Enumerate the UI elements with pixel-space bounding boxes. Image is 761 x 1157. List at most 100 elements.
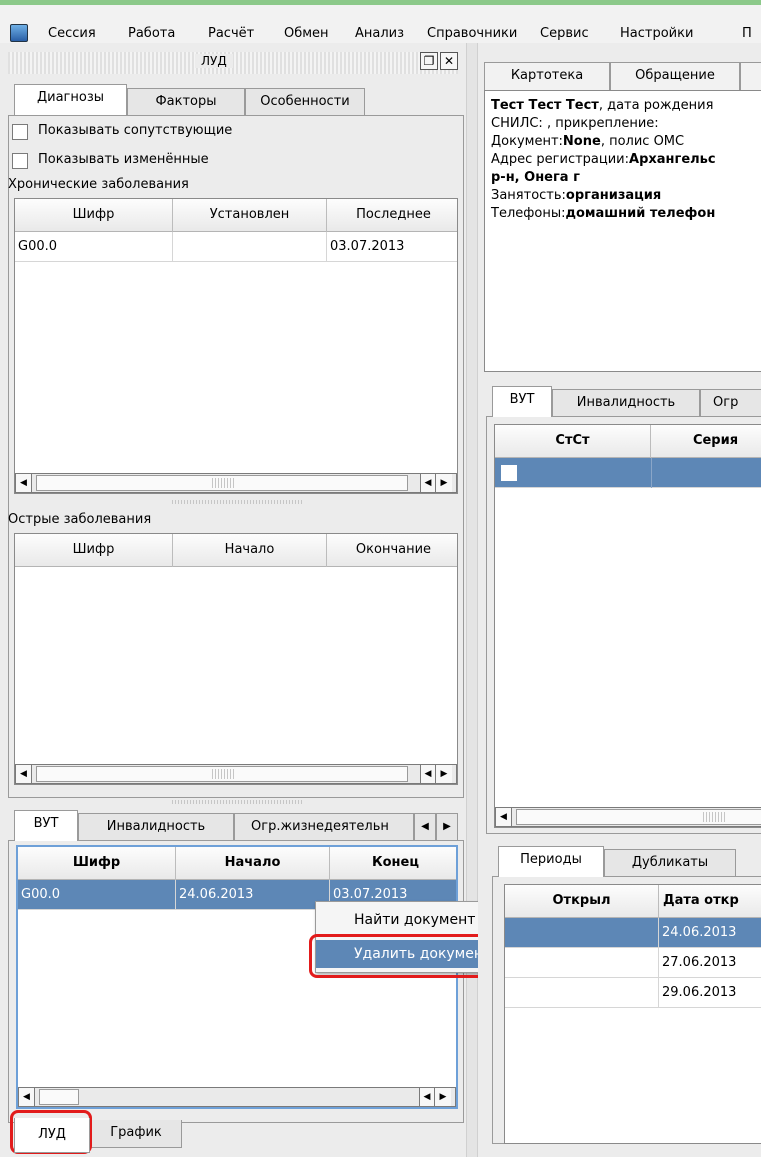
col-open-date[interactable]: Дата откр [659,885,761,918]
table-header: Открыл Дата откр [505,885,761,918]
col-series[interactable]: Серия [651,425,761,458]
addr-label: Адрес регистрации: [491,152,630,167]
table-row[interactable] [495,458,761,488]
col-established[interactable]: Установлен [173,199,327,232]
tab-diagnoses[interactable]: Диагнозы [14,84,127,115]
col-end[interactable]: Конец [330,847,456,880]
table-row[interactable]: 24.06.2013 [505,918,761,948]
scroll-left-icon[interactable]: ◀ [419,1088,435,1106]
tab-duplicates[interactable]: Дубликаты [604,849,736,877]
col-last[interactable]: Последнее [327,199,457,232]
table-row[interactable]: 27.06.2013 [505,948,761,978]
tab-limitation-right[interactable]: Огр [700,389,761,417]
chronic-title: Хронические заболевания [8,177,189,192]
chronic-scrollbar[interactable]: ◀ ◀ ▶ [15,473,457,493]
close-icon[interactable]: ✕ [440,52,458,70]
col-stst[interactable]: СтСт [495,425,651,458]
col-code[interactable]: Шифр [15,534,173,567]
tab-periods[interactable]: Периоды [498,846,604,877]
cell-start: 24.06.2013 [176,880,330,910]
scroll-left-icon[interactable]: ◀ [16,474,32,492]
acute-table[interactable]: Шифр Начало Окончание ◀ ◀ ▶ [14,533,458,785]
col-start[interactable]: Начало [176,847,330,880]
scroll-thumb[interactable] [516,809,761,825]
cell-established [173,232,327,262]
menu-exchange[interactable]: Обмен [284,26,329,41]
scroll-left-icon[interactable]: ◀ [496,808,512,826]
tab-vut[interactable]: ВУТ [14,810,78,841]
dock-title: ЛУД [195,54,233,68]
vut-right-scrollbar[interactable]: ◀ [495,807,761,827]
col-opened-by[interactable]: Открыл [505,885,659,918]
tab-life-limitation[interactable]: Огр.жизнедеятельн [234,813,414,841]
menu-work[interactable]: Работа [128,26,175,41]
vut-right-table[interactable]: СтСт Серия ◀ [494,424,761,828]
tab-features[interactable]: Особенности [245,88,365,116]
tab-disability[interactable]: Инвалидность [78,813,234,841]
scroll-left-icon[interactable]: ◀ [16,765,32,783]
menu-analysis[interactable]: Анализ [355,26,404,41]
dock-title-bar[interactable]: ЛУД [8,52,458,74]
cell-opened-by [505,918,659,948]
scroll-thumb[interactable] [39,1089,79,1105]
scroll-left-icon[interactable]: ◀ [420,474,436,492]
float-icon[interactable]: ❐ [420,52,438,70]
splitter-grip-icon[interactable] [172,500,302,504]
col-code[interactable]: Шифр [15,199,173,232]
cell-open-date: 29.06.2013 [659,978,761,1008]
menu-session[interactable]: Сессия [48,26,96,41]
show-changed-label: Показывать изменённые [38,152,209,167]
tab-schedule[interactable]: График [90,1120,182,1148]
row-checkbox[interactable] [501,465,517,481]
col-end[interactable]: Окончание [327,534,457,567]
patient-info: Тест Тест Тест, дата рождения СНИЛС: , п… [484,90,761,372]
grip-icon [703,812,725,822]
menu-more[interactable]: П [742,26,752,41]
tab-lud[interactable]: ЛУД [14,1118,90,1153]
phone-value: домашний телефон [565,206,716,221]
scroll-thumb[interactable] [36,475,408,491]
scroll-left-icon[interactable]: ◀ [19,1088,35,1106]
scroll-thumb[interactable] [36,766,408,782]
menu-bar: Сессия Работа Расчёт Обмен Анализ Справо… [0,5,761,43]
splitter-grip-icon[interactable] [172,800,302,804]
cell-last: 03.07.2013 [327,232,457,262]
tab-appeal[interactable]: Обращение [610,62,740,90]
show-changed-checkbox[interactable] [12,153,28,169]
patient-snils: СНИЛС: , прикрепление: [491,116,659,131]
patient-name: Тест Тест Тест [491,98,599,113]
grip-icon [212,478,234,488]
acute-scrollbar[interactable]: ◀ ◀ ▶ [15,764,457,784]
menu-calc[interactable]: Расчёт [208,26,254,41]
tab-vut-right[interactable]: ВУТ [492,386,552,417]
splitter-handle[interactable] [466,43,478,1157]
show-concomitant-checkbox[interactable] [12,124,28,140]
menu-references[interactable]: Справочники [427,26,517,41]
chronic-table[interactable]: Шифр Установлен Последнее G00.0 03.07.20… [14,198,458,494]
tab-card-index[interactable]: Картотека [484,62,610,90]
tab-factors[interactable]: Факторы [127,88,245,116]
table-row[interactable]: 29.06.2013 [505,978,761,1008]
cell-series [651,458,761,488]
table-header: Шифр Начало Конец [18,847,456,880]
scroll-left-icon[interactable]: ◀ [420,765,436,783]
table-header: СтСт Серия [495,425,761,458]
scroll-right-icon[interactable]: ▶ [436,474,452,492]
tab-more[interactable] [740,62,761,90]
acute-title: Острые заболевания [8,512,152,527]
cell-open-date: 27.06.2013 [659,948,761,978]
scroll-right-icon[interactable]: ▶ [435,1088,451,1106]
menu-service[interactable]: Сервис [540,26,589,41]
show-concomitant-label: Показывать сопутствующие [38,123,233,138]
vut-scrollbar[interactable]: ◀ ◀ ▶ [18,1087,456,1107]
tab-scroll-left-icon[interactable]: ◀ [414,813,436,841]
scroll-right-icon[interactable]: ▶ [436,765,452,783]
patient-birth: , дата рождения [598,98,714,113]
col-code[interactable]: Шифр [18,847,176,880]
tab-disability-right[interactable]: Инвалидность [552,389,700,417]
menu-settings[interactable]: Настройки [620,26,693,41]
col-start[interactable]: Начало [173,534,327,567]
periods-table[interactable]: Открыл Дата откр 24.06.2013 27.06.2013 2… [504,884,761,1144]
tab-scroll-right-icon[interactable]: ▶ [436,813,458,841]
table-row[interactable]: G00.0 03.07.2013 [15,232,457,262]
